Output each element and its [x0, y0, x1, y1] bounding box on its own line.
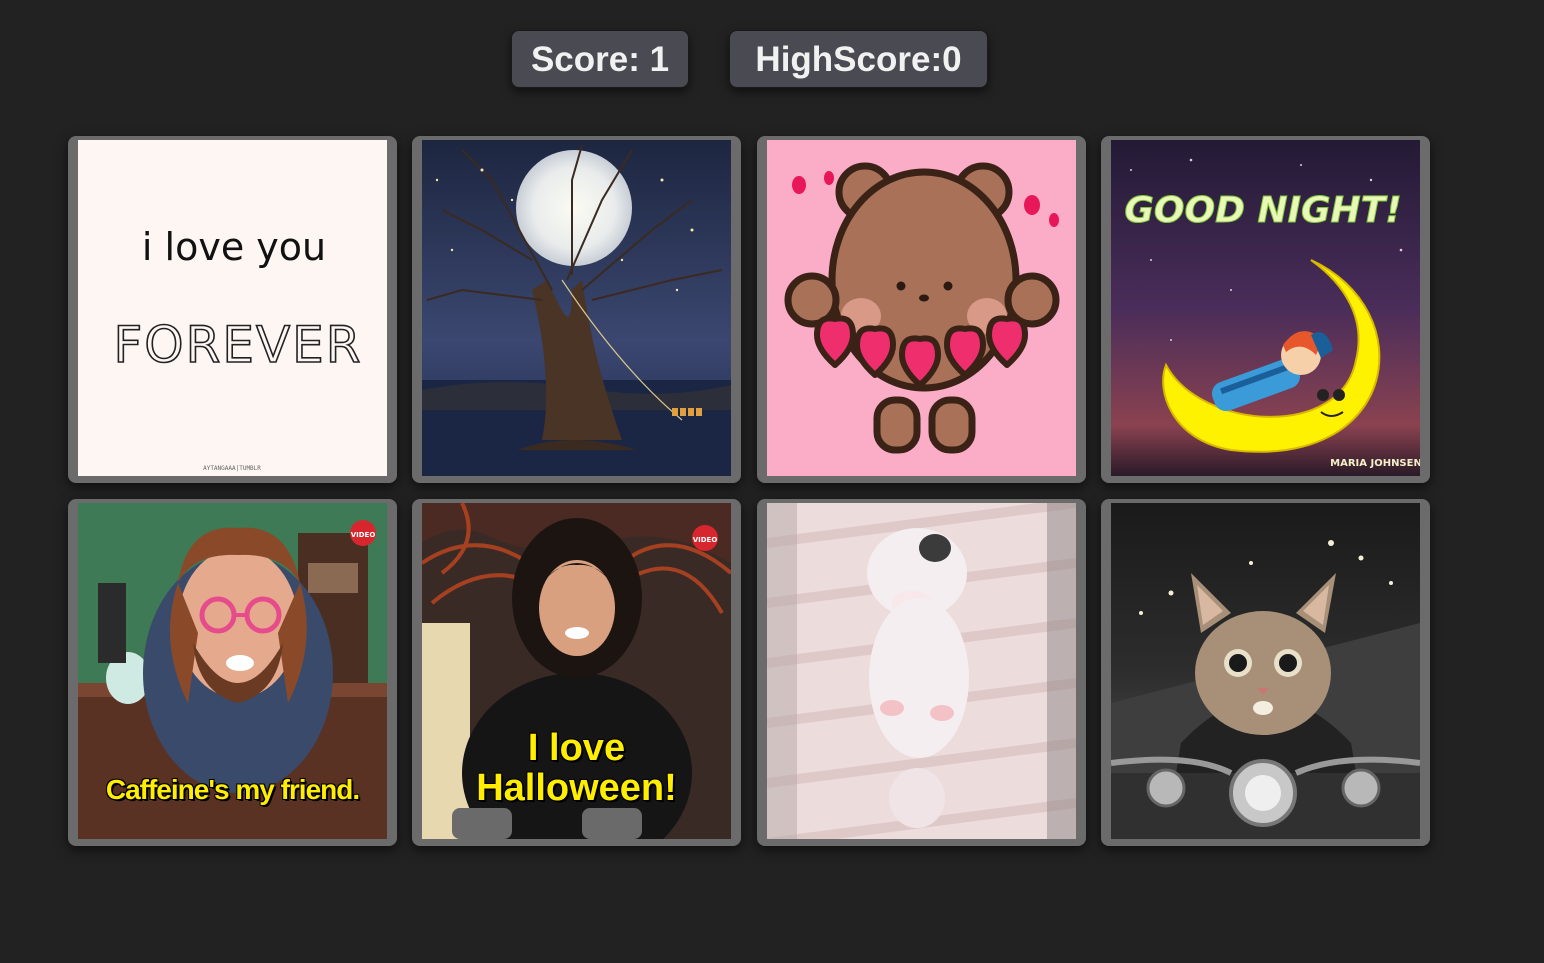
card-image-halloween: VIDEO I love Halloween! [422, 503, 731, 839]
card-image-teddy-hearts [767, 140, 1076, 476]
love-credit-text: AYTANGAAA|TUMBLR [203, 465, 261, 472]
memory-card-moon-tree[interactable] [412, 136, 741, 483]
memory-card-love-forever[interactable]: i love you FOREVER AYTANGAAA|TUMBLR [68, 136, 397, 483]
memory-card-caffeine[interactable]: VIDEO Caffeine's my friend. [68, 499, 397, 846]
love-line2-text: FOREVER [114, 316, 363, 374]
highscore-display: HighScore:0 [729, 30, 988, 88]
card-image-good-night: GOOD NIGHT! MARIA JOHNSEN [1111, 140, 1420, 476]
caffeine-caption: Caffeine's my friend. [105, 774, 360, 805]
card-image-love-forever: i love you FOREVER AYTANGAAA|TUMBLR [78, 140, 387, 476]
card-image-puppy [767, 503, 1076, 839]
halloween-caption-line2: Halloween! [476, 766, 677, 809]
halloween-caption: I love Halloween! [422, 727, 731, 809]
memory-card-halloween[interactable]: VIDEO I love Halloween! [412, 499, 741, 846]
card-image-biker-cat [1111, 503, 1420, 839]
score-bar: Score: 1 HighScore:0 [0, 30, 1544, 90]
caffeine-badge: VIDEO [351, 531, 376, 539]
card-image-caffeine: VIDEO Caffeine's my friend. [78, 503, 387, 839]
good-night-title: GOOD NIGHT! [1124, 190, 1401, 231]
memory-card-good-night[interactable]: GOOD NIGHT! MARIA JOHNSEN [1101, 136, 1430, 483]
memory-card-puppy[interactable] [757, 499, 1086, 846]
halloween-caption-line1: I love [527, 727, 626, 769]
card-image-moon-tree [422, 140, 731, 476]
good-night-credit: MARIA JOHNSEN [1330, 458, 1420, 469]
love-line1-text: i love you [142, 225, 326, 269]
score-display: Score: 1 [511, 30, 689, 88]
memory-card-teddy-hearts[interactable] [757, 136, 1086, 483]
halloween-badge: VIDEO [693, 536, 718, 544]
memory-card-biker-cat[interactable] [1101, 499, 1430, 846]
